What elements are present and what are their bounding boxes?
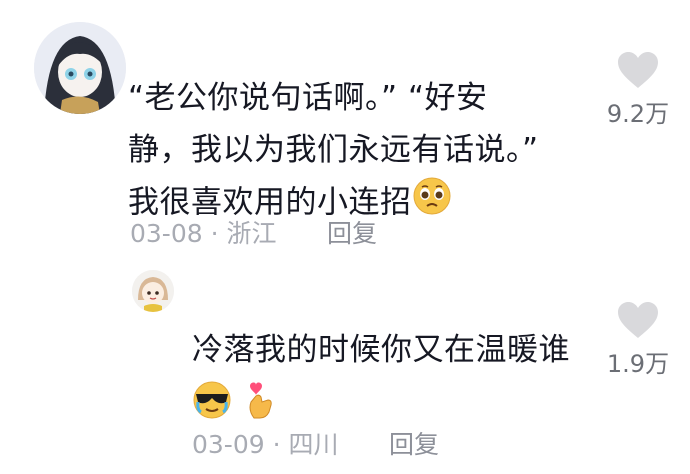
heart-fingers-icon	[242, 380, 278, 436]
reply-button[interactable]: 回复	[327, 218, 377, 250]
avatar-anime-girl-icon	[34, 22, 126, 114]
reply-button[interactable]: 回复	[389, 429, 439, 461]
pleading-face-icon	[412, 176, 452, 232]
comment-location: 浙江	[226, 219, 277, 248]
avatar-chibi-icon	[132, 270, 174, 312]
like-button[interactable]: 9.2万	[598, 50, 678, 128]
like-count: 1.9万	[606, 350, 670, 378]
comment-text: “老公你说句话啊。” “好安 静，我以为我们永远有话说。” 我很喜欢用的小连招	[128, 72, 578, 232]
comment-emoji-line	[192, 376, 592, 432]
comment-text-segment: 我很喜欢用的小连招	[128, 184, 412, 221]
heart-icon	[618, 52, 658, 88]
comment-location: 四川	[288, 430, 339, 459]
comment-date: 03-09	[192, 430, 265, 459]
meta-separator: ·	[210, 219, 219, 248]
comment-meta: 03-09 · 四川	[192, 429, 339, 461]
heart-icon	[618, 302, 658, 338]
comment-text-line: “老公你说句话啊。” “好安	[128, 80, 488, 116]
comment-meta: 03-08 · 浙江	[130, 218, 277, 250]
meta-separator: ·	[272, 430, 281, 459]
comment-text-line: 冷落我的时候你又在温暖谁	[192, 332, 570, 368]
avatar[interactable]	[132, 270, 174, 312]
like-button[interactable]: 1.9万	[598, 300, 678, 378]
avatar[interactable]	[34, 22, 126, 114]
like-count: 9.2万	[606, 100, 670, 128]
comment-date: 03-08	[130, 219, 203, 248]
comment-text-line: 静，我以为我们永远有话说。”	[128, 132, 539, 168]
comment-text: 冷落我的时候你又在温暖谁	[192, 324, 592, 432]
cool-crying-face-icon	[192, 380, 232, 436]
